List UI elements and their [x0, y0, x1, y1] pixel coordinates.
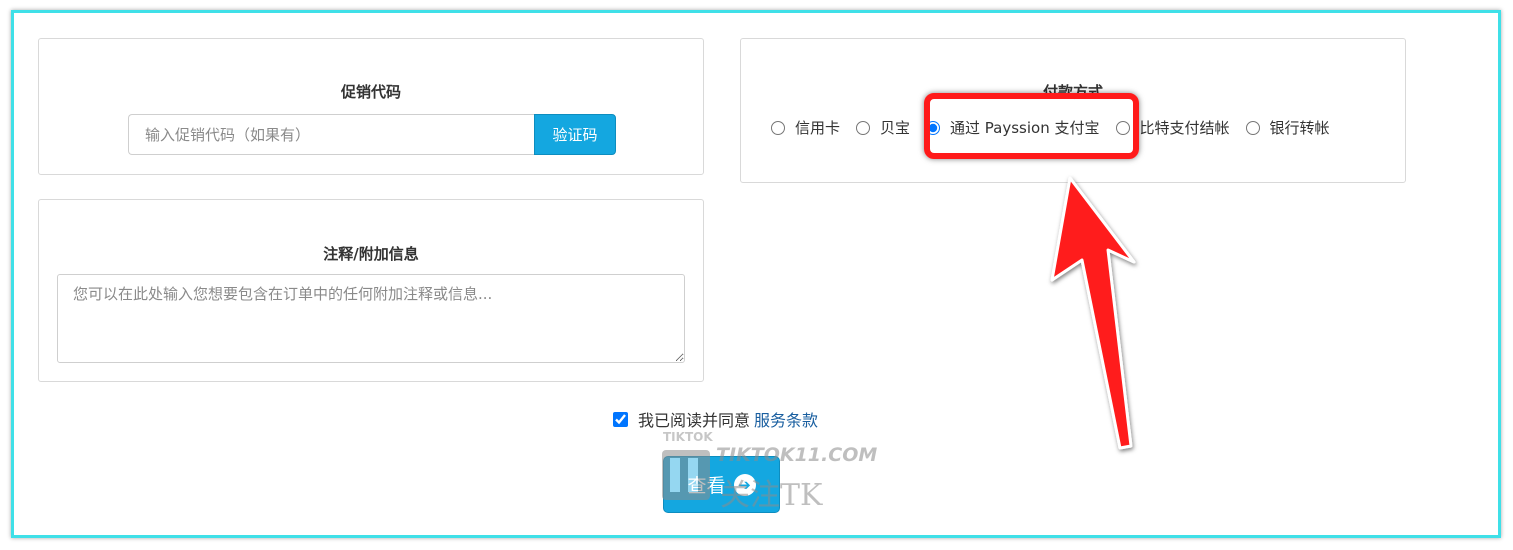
paypal-radio[interactable]	[856, 120, 871, 135]
checkout-button[interactable]: 查看 ➔	[663, 456, 780, 513]
payment-option-alipay-payssion[interactable]: 通过 Payssion 支付宝	[926, 117, 1100, 138]
payment-option-credit-card[interactable]: 信用卡	[771, 117, 840, 138]
terms-checkbox[interactable]	[613, 411, 628, 427]
promo-code-input[interactable]	[128, 114, 534, 155]
payment-option-paypal[interactable]: 贝宝	[856, 117, 910, 138]
payment-option-label: 银行转帐	[1269, 119, 1330, 137]
terms-of-service-link[interactable]: 服务条款	[754, 407, 818, 431]
alipay-payssion-radio[interactable]	[926, 120, 941, 135]
terms-agreement: 我已阅读并同意 服务条款	[613, 407, 818, 431]
payment-option-bitpay[interactable]: 比特支付结帐	[1115, 117, 1230, 138]
notes-panel: 注释/附加信息	[38, 199, 704, 382]
terms-text: 我已阅读并同意	[638, 411, 751, 430]
payment-option-bank-transfer[interactable]: 银行转帐	[1245, 117, 1330, 138]
notes-title: 注释/附加信息	[323, 245, 419, 263]
payment-method-title: 付款方式	[1042, 83, 1103, 101]
bank-transfer-radio[interactable]	[1245, 120, 1260, 135]
payment-option-label: 通过 Payssion 支付宝	[950, 119, 1100, 137]
payment-options: 信用卡 贝宝 通过 Payssion 支付宝 比特支付结帐 银行转帐	[771, 117, 1330, 138]
validate-code-button[interactable]: 验证码	[534, 114, 616, 155]
promo-code-title: 促销代码	[340, 83, 401, 101]
promo-code-group: 验证码	[128, 114, 616, 155]
arrow-right-circle-icon: ➔	[733, 473, 756, 496]
payment-option-label: 比特支付结帐	[1139, 119, 1230, 137]
payment-method-panel: 付款方式 信用卡 贝宝 通过 Payssion 支付宝 比特支付结帐 银行转帐	[740, 38, 1406, 183]
payment-option-label: 贝宝	[880, 119, 911, 137]
credit-card-radio[interactable]	[771, 120, 785, 135]
notes-textarea[interactable]	[57, 274, 685, 363]
bitpay-radio[interactable]	[1115, 120, 1130, 135]
promo-code-panel: 促销代码 验证码	[38, 38, 704, 175]
checkout-button-label: 查看	[687, 475, 726, 497]
payment-option-label: 信用卡	[795, 119, 841, 137]
